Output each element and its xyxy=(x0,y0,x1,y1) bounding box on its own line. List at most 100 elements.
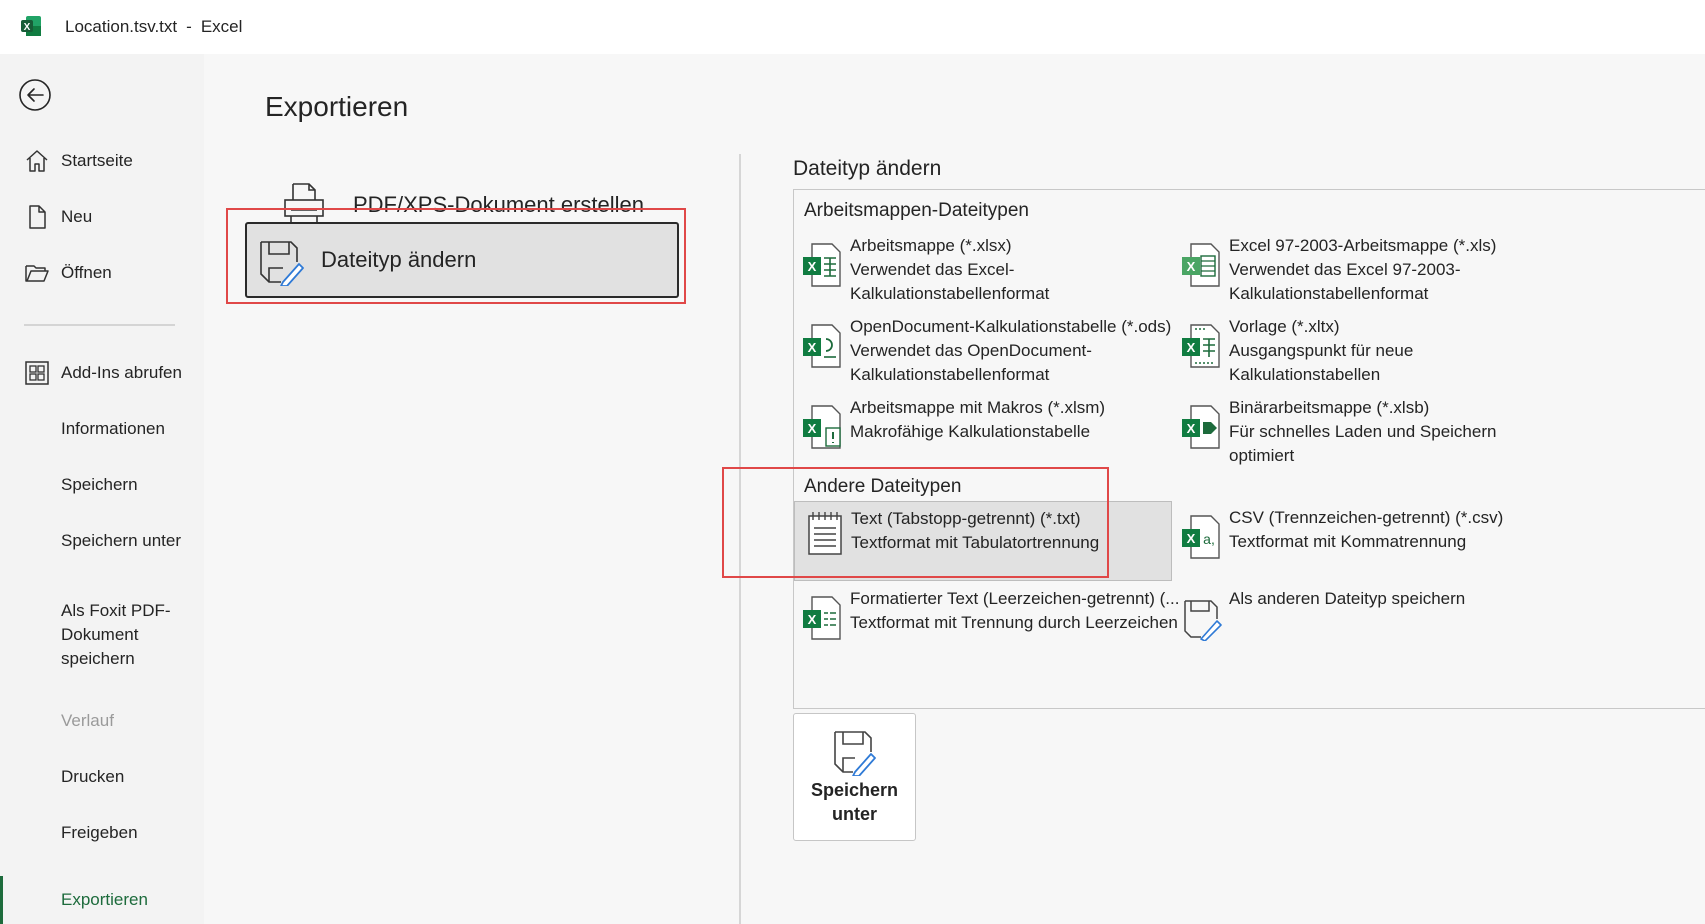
filetype-desc: Für schnelles Laden und Speichern xyxy=(1229,422,1497,441)
nav-exportieren[interactable]: Exportieren xyxy=(0,880,204,920)
filetype-text: Excel 97-2003-Arbeitsmappe (*.xls) Verwe… xyxy=(1229,234,1589,306)
nav-add-ins[interactable]: Add-Ins abrufen xyxy=(0,353,204,393)
nav-divider xyxy=(24,324,175,326)
nav-label: Neu xyxy=(61,207,93,226)
nav-label: Exportieren xyxy=(61,890,148,909)
filetype-name: Formatierter Text (Leerzeichen-getrennt)… xyxy=(850,589,1180,608)
window-title: Location.tsv.txt - Excel xyxy=(65,17,242,37)
filetype-desc: Textformat mit Kommatrennung xyxy=(1229,532,1467,551)
workbook-filetypes-header: Arbeitsmappen-Dateitypen xyxy=(804,200,1029,221)
svg-text:X: X xyxy=(808,421,817,436)
filetype-other[interactable]: Als anderen Dateityp speichern xyxy=(1173,587,1583,673)
svg-text:X: X xyxy=(24,22,31,33)
nav-label: Öffnen xyxy=(61,263,112,282)
filetype-formatted-text[interactable]: X Formatierter Text (Leerzeichen-getrenn… xyxy=(794,587,1204,673)
svg-text:X: X xyxy=(1187,340,1196,355)
filetype-name: Als anderen Dateityp speichern xyxy=(1229,589,1466,608)
xlsb-icon: X xyxy=(1181,404,1223,450)
change-filetype-icon xyxy=(255,236,305,287)
filetype-name: Arbeitsmappe (*.xlsx) xyxy=(850,236,1012,255)
filetype-name: Excel 97-2003-Arbeitsmappe (*.xls) xyxy=(1229,236,1497,255)
filetype-desc: Verwendet das Excel- xyxy=(850,260,1015,279)
nav-neu[interactable]: Neu xyxy=(0,197,204,237)
option-label: Dateityp ändern xyxy=(321,247,477,272)
nav-oeffnen[interactable]: Öffnen xyxy=(0,253,204,293)
nav-label: Informationen xyxy=(61,419,165,438)
filetype-name: Arbeitsmappe mit Makros (*.xlsm) xyxy=(850,398,1106,417)
add-ins-icon xyxy=(24,360,50,386)
nav-startseite[interactable]: Startseite xyxy=(0,141,204,181)
vertical-divider xyxy=(739,154,741,924)
nav-speichern[interactable]: Speichern xyxy=(0,465,204,505)
filetypes-panel: Arbeitsmappen-Dateitypen X Arbeitsmappe … xyxy=(793,189,1705,709)
nav-label: Speichern xyxy=(61,475,138,494)
nav-speichern-unter[interactable]: Speichern unter xyxy=(0,521,204,561)
nav-drucken[interactable]: Drucken xyxy=(0,757,204,797)
nav-label: Freigeben xyxy=(61,823,138,842)
filetype-text: OpenDocument-Kalkulationstabelle (*.ods)… xyxy=(850,315,1210,387)
prn-icon: X xyxy=(802,595,844,641)
open-folder-icon xyxy=(24,260,50,286)
filetype-ods[interactable]: X OpenDocument-Kalkulationstabelle (*.od… xyxy=(794,315,1204,401)
ods-icon: X xyxy=(802,323,844,369)
nav-label-line: speichern xyxy=(61,649,135,668)
file-name: Location.tsv.txt xyxy=(65,17,178,36)
filetype-xlsm[interactable]: X Arbeitsmappe mit Makros (*.xlsm) Makro… xyxy=(794,396,1204,482)
filetype-name: Text (Tabstopp-getrennt) (*.txt) xyxy=(851,509,1081,528)
other-filetype-icon xyxy=(1181,595,1223,642)
filetype-xlsx[interactable]: X Arbeitsmappe (*.xlsx) Verwendet das Ex… xyxy=(794,234,1204,320)
filetype-text: Arbeitsmappe (*.xlsx) Verwendet das Exce… xyxy=(850,234,1210,306)
filetype-text: Text (Tabstopp-getrennt) (*.txt) Textfor… xyxy=(851,507,1211,555)
save-as-label: Speichern unter xyxy=(794,778,915,826)
back-arrow-icon[interactable] xyxy=(18,78,52,112)
filetype-txt[interactable]: Text (Tabstopp-getrennt) (*.txt) Textfor… xyxy=(794,501,1172,581)
nav-label-line: Dokument xyxy=(61,625,139,644)
filetype-text: Als anderen Dateityp speichern xyxy=(1229,587,1589,611)
filetype-name: OpenDocument-Kalkulationstabelle (*.ods) xyxy=(850,317,1172,336)
filetype-text: CSV (Trennzeichen-getrennt) (*.csv) Text… xyxy=(1229,506,1589,554)
filetype-csv[interactable]: a, X CSV (Trennzeichen-getrennt) (*.csv) … xyxy=(1173,506,1583,592)
filetype-xls[interactable]: X Excel 97-2003-Arbeitsmappe (*.xls) Ver… xyxy=(1173,234,1583,320)
svg-text:X: X xyxy=(1187,421,1196,436)
svg-text:a,: a, xyxy=(1203,531,1215,547)
backstage-nav: Startseite Neu Öffnen Add-Ins abrufen In… xyxy=(0,54,204,924)
filetype-desc: Makrofähige Kalkulationstabelle xyxy=(850,422,1091,441)
page-title: Exportieren xyxy=(265,91,409,122)
save-as-button[interactable]: Speichern unter xyxy=(793,713,916,841)
filetype-desc: Textformat mit Trennung durch Leerzeiche… xyxy=(850,613,1178,632)
save-as-label-line: Speichern xyxy=(810,780,899,800)
svg-text:X: X xyxy=(1187,531,1196,546)
filetype-desc: Verwendet das Excel 97-2003- xyxy=(1229,260,1461,279)
svg-text:X: X xyxy=(808,612,817,627)
new-document-icon xyxy=(24,204,50,230)
excel-logo-icon: X xyxy=(20,15,42,37)
option-label: PDF/XPS-Dokument erstellen xyxy=(353,192,644,217)
home-icon xyxy=(24,148,50,174)
nav-label: Als Foxit PDF- Dokument speichern xyxy=(61,599,171,671)
change-filetype-option[interactable]: Dateityp ändern xyxy=(245,222,679,298)
save-as-icon xyxy=(831,728,879,777)
filetype-desc: Verwendet das OpenDocument- xyxy=(850,341,1092,360)
nav-label: Drucken xyxy=(61,767,125,786)
title-separator: - xyxy=(186,17,192,36)
filetype-xlsb[interactable]: X Binärarbeitsmappe (*.xlsb) Für schnell… xyxy=(1173,396,1583,482)
nav-label: Verlauf xyxy=(61,711,114,730)
filetype-name: Vorlage (*.xltx) xyxy=(1229,317,1340,336)
filetype-desc: Textformat mit Tabulatortrennung xyxy=(851,533,1100,552)
nav-foxit-pdf[interactable]: Als Foxit PDF- Dokument speichern xyxy=(0,599,204,675)
nav-freigeben[interactable]: Freigeben xyxy=(0,813,204,853)
xlsx-icon: X xyxy=(802,242,844,288)
filetype-name: Binärarbeitsmappe (*.xlsb) xyxy=(1229,398,1430,417)
nav-informationen[interactable]: Informationen xyxy=(0,409,204,449)
xltx-icon: X xyxy=(1181,323,1223,369)
filetype-text: Arbeitsmappe mit Makros (*.xlsm) Makrofä… xyxy=(850,396,1210,444)
filetype-xltx[interactable]: X Vorlage (*.xltx) Ausgangspunkt für neu… xyxy=(1173,315,1583,401)
nav-verlauf: Verlauf xyxy=(0,701,204,741)
filetype-text: Binärarbeitsmappe (*.xlsb) Für schnelles… xyxy=(1229,396,1589,468)
filetype-desc: Kalkulationstabellenformat xyxy=(850,365,1050,384)
filetype-desc: Kalkulationstabellenformat xyxy=(850,284,1050,303)
svg-text:X: X xyxy=(808,259,817,274)
xls-icon: X xyxy=(1181,242,1223,288)
app-name: Excel xyxy=(200,17,243,36)
export-pane: Exportieren PDF/XPS-Dokument erstellen D… xyxy=(204,54,1705,924)
